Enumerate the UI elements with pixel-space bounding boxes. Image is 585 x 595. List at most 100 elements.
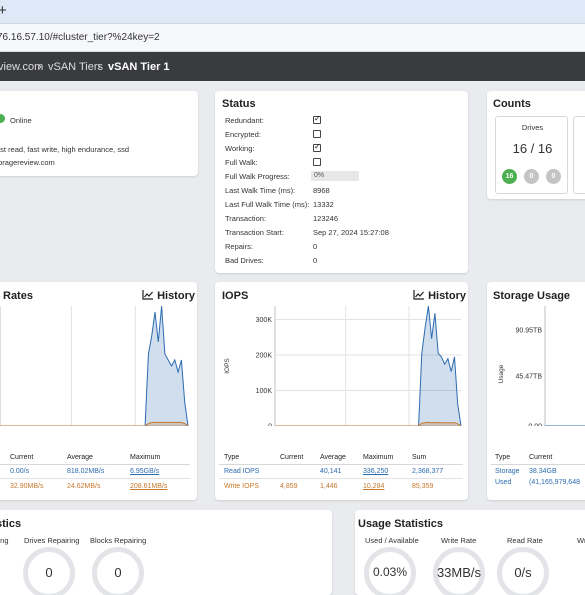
rates-header-average: Average: [67, 454, 93, 461]
drives-warning-badge: 0: [524, 169, 539, 184]
drives-error-badge: 0: [546, 169, 561, 184]
status-row-label: Bad Drives:: [225, 256, 264, 265]
line-chart-icon: [413, 290, 424, 300]
iops-card: IOPS History 15:2415:260100K200K300KIOPS…: [215, 282, 468, 500]
iops-write-type: Write IOPS: [224, 483, 259, 490]
iops-write-maximum[interactable]: 10,284: [363, 483, 384, 490]
status-text: Online: [10, 116, 32, 125]
usage-label-used: Used / Available: [365, 536, 419, 545]
write-rate-value: 33MB/s: [436, 565, 482, 580]
status-row-label: Transaction:: [225, 214, 266, 223]
checked-checkbox: [313, 142, 321, 152]
read-rate-value: 0/s: [514, 565, 532, 580]
status-row-label: Transaction Start:: [225, 228, 284, 237]
line-chart-icon: [142, 290, 153, 300]
rates-chart: 15:2415:26: [0, 305, 189, 426]
usage-statistics-card: Usage Statistics Used / Available Write …: [355, 510, 585, 595]
iops-header-current: Current: [280, 454, 304, 461]
storage-header-type: Type: [495, 454, 511, 461]
storage-used-type: Used: [495, 479, 512, 486]
iops-history-button[interactable]: History: [413, 290, 466, 302]
y-tick-label: 0: [268, 424, 272, 427]
tier-description: ast read, fast write, high endurance, ss…: [0, 145, 129, 154]
repair-label-first: ring: [0, 536, 9, 545]
address-bar[interactable]: 76.16.57.10/#cluster_tier?%24key=2: [0, 24, 585, 52]
iops-title: IOPS: [222, 290, 249, 302]
repair-label-drives: Drives Repairing: [24, 536, 80, 545]
used-available-value: 0.03%: [372, 565, 408, 579]
rates-write-maximum[interactable]: 208.61MB/s: [130, 483, 167, 490]
rates-row-divider: [0, 478, 190, 479]
counts-card: Counts Drives 16 / 16 16 0 0: [487, 91, 585, 199]
rates-history-button[interactable]: History: [142, 290, 195, 302]
iops-read-sum: 2,368,377: [412, 468, 444, 475]
storage-row-type: Storage: [495, 468, 520, 475]
rates-write-current: 32.90MB/s: [10, 483, 44, 490]
y-tick-label: 100K: [256, 388, 273, 395]
storage-usage-card: Storage Usage 0.00 45.47TB 90.95TB Usage Ty…: [487, 282, 585, 500]
status-row-label: Redundant:: [225, 116, 264, 125]
y-axis-label: IOPS: [224, 358, 231, 374]
status-row-label: Encrypted:: [225, 130, 261, 139]
tier-info-card: Online ast read, fast write, high endura…: [0, 91, 198, 176]
iops-write-sum: 85,359: [412, 483, 434, 490]
status-dot-icon: [0, 114, 5, 123]
iops-header-maximum: Maximum: [363, 454, 394, 461]
rates-history-label: History: [157, 290, 195, 302]
new-tab-icon[interactable]: +: [0, 2, 7, 19]
rates-read-average: 818.02MB/s: [67, 468, 105, 475]
status-row-label: Full Walk Progress:: [225, 172, 290, 181]
rates-header-current: Current: [10, 454, 34, 461]
status-row-label: Last Walk Time (ms):: [225, 186, 296, 195]
rates-card: Rates History 15:2415:26 Current Average…: [0, 282, 197, 500]
breadcrumb-item-vsan-tiers[interactable]: vSAN Tiers: [48, 61, 103, 73]
usage-title: Usage Statistics: [358, 518, 443, 530]
storage-used-value: (41,165,979,648: [529, 479, 580, 486]
checked-checkbox: [313, 114, 321, 124]
drives-value: 16 / 16: [512, 141, 553, 156]
usage-label-write-rate: Write Rate: [441, 536, 477, 545]
status-row-label: Working:: [225, 144, 255, 153]
unchecked-checkbox: [313, 158, 321, 166]
storage-header-current: Current: [529, 454, 553, 461]
iops-header-average: Average: [320, 454, 346, 461]
status-row-label: Full Walk:: [225, 158, 258, 167]
breadcrumb-item-current: vSAN Tier 1: [108, 61, 170, 73]
storage-title: Storage Usage: [493, 290, 571, 302]
rates-read-maximum[interactable]: 6.95GB/s: [130, 468, 159, 475]
repair-statistics-card: stics ring Drives Repairing Blocks Repai…: [0, 510, 332, 595]
drives-box[interactable]: Drives 16 / 16 16 0 0: [495, 116, 568, 194]
status-row-value: 123246: [313, 214, 339, 223]
tier-host: toragereview.com: [0, 158, 55, 167]
url-text[interactable]: 76.16.57.10/#cluster_tier?%24key=2: [0, 32, 160, 43]
status-row-value: 0: [313, 242, 318, 251]
iops-header-sum: Sum: [412, 454, 427, 461]
iops-read-maximum[interactable]: 336,250: [363, 468, 388, 475]
status-row-label: Last Full Walk Time (ms):: [225, 200, 310, 209]
rates-read-current: 0.00/s: [10, 468, 30, 475]
drives-online-badge: 16: [502, 169, 517, 184]
y-tick-label: 45.47TB: [516, 374, 543, 381]
rates-table-divider: [0, 464, 190, 465]
iops-table-divider: [219, 464, 463, 465]
storage-table-divider: [491, 464, 585, 465]
series-area-1: [0, 422, 188, 426]
rates-title: Rates: [3, 290, 33, 302]
repair-title: stics: [0, 518, 22, 530]
status-row-label: Repairs:: [225, 242, 253, 251]
repair-label-blocks: Blocks Repairing: [90, 536, 147, 545]
status-row-value: 0: [313, 256, 318, 265]
iops-row-divider: [219, 478, 463, 479]
breadcrumb-separator: ›: [97, 61, 101, 73]
breadcrumb-item-home[interactable]: view.com: [0, 61, 43, 73]
storage-chart: 0.00 45.47TB 90.95TB Usage: [498, 306, 585, 426]
counts-title: Counts: [493, 98, 531, 110]
iops-read-type: Read IOPS: [224, 468, 260, 475]
iops-read-average: 40,141: [320, 468, 342, 475]
status-row-value: 13332: [313, 200, 334, 209]
blocks-repairing-value: 0: [114, 565, 122, 580]
iops-chart: 15:2415:260100K200K300KIOPS: [224, 305, 462, 427]
rates-write-average: 24.62MB/s: [67, 483, 101, 490]
second-count-box[interactable]: [573, 116, 585, 194]
iops-header-type: Type: [224, 454, 240, 461]
